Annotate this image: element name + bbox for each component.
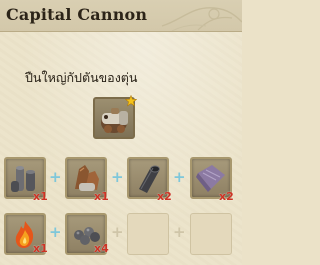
window-title: Capital Cannon [6,5,148,24]
ingredient-qty: x2 [219,190,234,203]
plus-icon: + [111,223,124,241]
empty-ingredient-slot[interactable] [127,213,169,255]
plus-icon: + [173,223,186,241]
ingredient-qty: x2 [157,190,172,203]
ingredient-qty: x1 [33,242,48,255]
plus-icon: + [49,223,62,241]
ornament-swirl-icon [161,7,242,31]
crafting-panel: Capital Cannon ปืนใหญ่กัปตันของตุ่น x1 +… [0,0,242,265]
empty-ingredient-slot[interactable] [190,213,232,255]
plus-icon: + [111,168,124,186]
plus-icon: + [49,168,62,186]
plus-icon: + [173,168,186,186]
title-bar: Capital Cannon [0,0,242,32]
item-description: ปืนใหญ่กัปตันของตุ่น [25,70,138,85]
result-item-slot[interactable] [93,95,137,139]
ingredient-qty: x1 [94,190,109,203]
ingredient-qty: x4 [94,242,109,255]
ingredient-qty: x1 [33,190,48,203]
star-icon [125,95,137,107]
